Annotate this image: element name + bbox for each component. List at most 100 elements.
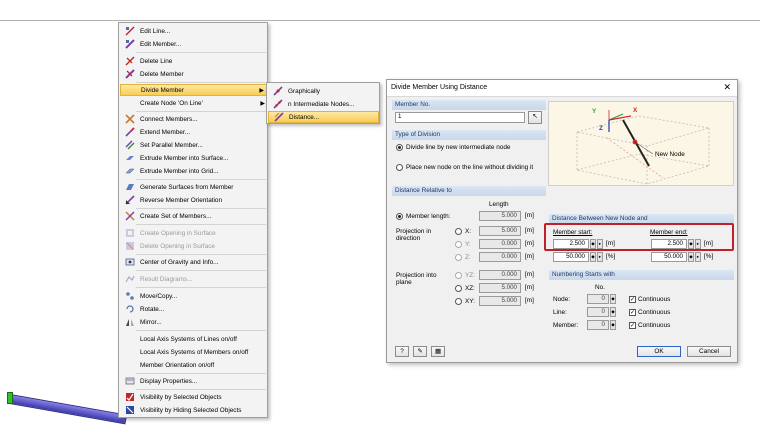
dir-z-radio[interactable]: [455, 254, 462, 261]
member-start-pct-spinner[interactable]: ◆: [590, 252, 596, 262]
menu-item-delete-opening[interactable]: Delete Opening in Surface: [120, 240, 267, 252]
member-end-pct-arrow-button[interactable]: ▸: [695, 252, 701, 262]
menu-item-edit-line[interactable]: Edit Line...: [120, 25, 267, 37]
graphically-icon: [271, 86, 285, 96]
menu-item-divide-member[interactable]: Divide Member ▶: [120, 84, 267, 96]
member-no-input[interactable]: 1: [395, 112, 525, 123]
set-of-members-icon: [123, 211, 137, 221]
plane-xy-radio[interactable]: [455, 298, 462, 305]
length-header: Length: [489, 201, 509, 208]
menu-item-create-set-of-members[interactable]: Create Set of Members...: [120, 210, 267, 222]
node-number-input[interactable]: 0: [587, 294, 609, 304]
plane-xz-radio[interactable]: [455, 285, 462, 292]
line-label: Line:: [553, 309, 567, 316]
delete-line-icon: [123, 56, 137, 66]
menu-separator: [136, 224, 266, 225]
menu-item-center-of-gravity[interactable]: Center of Gravity and Info...: [120, 256, 267, 268]
help-icon: ?: [400, 348, 404, 355]
menu-item-reverse-orientation[interactable]: Reverse Member Orientation: [120, 194, 267, 206]
top-divider: [0, 20, 760, 21]
plane-xy-label: XY:: [465, 298, 475, 305]
plane-yz-label: YZ:: [465, 272, 475, 279]
line-number-spinner[interactable]: ◆: [610, 307, 616, 317]
menu-item-create-node-on-line[interactable]: Create Node 'On Line' ▶: [120, 97, 267, 109]
member-end-pct-spinner[interactable]: ◆: [688, 252, 694, 262]
menu-separator: [136, 82, 266, 83]
menu-item-move-copy[interactable]: Move/Copy...: [120, 290, 267, 302]
menu-item-local-axis-lines[interactable]: Local Axis Systems of Lines on/off: [120, 333, 267, 345]
menu-separator: [136, 52, 266, 53]
menu-item-delete-member[interactable]: Delete Member: [120, 68, 267, 80]
menu-separator: [136, 373, 266, 374]
line-continuous-checkbox[interactable]: ✓: [629, 309, 636, 316]
menu-item-display-properties[interactable]: Display Properties...: [120, 375, 267, 387]
node-continuous-checkbox[interactable]: ✓: [629, 296, 636, 303]
place-node-radio[interactable]: [396, 164, 403, 171]
close-icon[interactable]: ✕: [723, 82, 731, 93]
menu-separator: [136, 179, 266, 180]
menu-item-create-opening[interactable]: Create Opening in Surface: [120, 227, 267, 239]
submenu-item-distance[interactable]: Distance...: [268, 111, 379, 123]
menu-item-extrude-grid[interactable]: Extrude Member into Grid...: [120, 165, 267, 177]
member-length-radio[interactable]: [396, 213, 403, 220]
extrude-surface-icon: [123, 153, 137, 163]
menu-item-local-axis-members[interactable]: Local Axis Systems of Members on/off: [120, 346, 267, 358]
table-button[interactable]: ▦: [431, 346, 445, 357]
dir-x-radio[interactable]: [455, 228, 462, 235]
divide-member-submenu: Graphically n Intermediate Nodes... Dist…: [266, 82, 380, 124]
connect-members-icon: [123, 114, 137, 124]
member-graphic[interactable]: [9, 394, 128, 425]
divide-line-radio[interactable]: [396, 144, 403, 151]
menu-separator: [136, 254, 266, 255]
line-number-input[interactable]: 0: [587, 307, 609, 317]
dir-x-value: 5.000: [479, 226, 521, 236]
edit-button[interactable]: ✎: [413, 346, 427, 357]
node-number-spinner[interactable]: ◆: [610, 294, 616, 304]
member-end-pct-input[interactable]: 50.000: [651, 252, 687, 262]
submenu-arrow-icon: ▶: [259, 87, 264, 94]
menu-item-set-parallel-member[interactable]: Set Parallel Member...: [120, 139, 267, 151]
member-continuous-checkbox[interactable]: ✓: [629, 322, 636, 329]
member-number-input[interactable]: 0: [587, 320, 609, 330]
intermediate-nodes-icon: [271, 99, 285, 109]
new-node-label: New Node: [655, 151, 685, 158]
menu-item-visibility-selected[interactable]: Visibility by Selected Objects: [120, 391, 267, 403]
dir-y-radio[interactable]: [455, 241, 462, 248]
member-start-pct-input[interactable]: 50.000: [553, 252, 589, 262]
pick-cursor-icon: ↖: [532, 113, 538, 120]
member-length-label: Member length:: [406, 213, 451, 220]
menu-item-generate-surfaces[interactable]: Generate Surfaces from Member: [120, 181, 267, 193]
menu-item-rotate[interactable]: Rotate...: [120, 303, 267, 315]
extrude-grid-icon: [123, 166, 137, 176]
ok-button[interactable]: OK: [637, 346, 681, 357]
menu-separator: [136, 208, 266, 209]
member-start-pct-arrow-button[interactable]: ▸: [597, 252, 603, 262]
submenu-item-intermediate-nodes[interactable]: n Intermediate Nodes...: [268, 98, 379, 110]
plane-yz-radio[interactable]: [455, 272, 462, 279]
submenu-item-graphically[interactable]: Graphically: [268, 85, 379, 97]
menu-item-delete-line[interactable]: Delete Line: [120, 55, 267, 67]
mirror-icon: [123, 317, 137, 327]
member-number-spinner[interactable]: ◆: [610, 320, 616, 330]
unit-label: [m]: [525, 212, 534, 219]
delete-opening-icon: [123, 241, 137, 251]
menu-item-extrude-surface[interactable]: Extrude Member into Surface...: [120, 152, 267, 164]
cancel-button[interactable]: Cancel: [687, 346, 731, 357]
select-member-button[interactable]: ↖: [528, 111, 542, 124]
delete-member-icon: [123, 69, 137, 79]
center-gravity-icon: [123, 257, 137, 267]
unit-label: [m]: [525, 253, 534, 260]
unit-label: [m]: [525, 227, 534, 234]
member-start-node[interactable]: [7, 392, 13, 404]
menu-item-edit-member[interactable]: Edit Member...: [120, 38, 267, 50]
menu-separator: [136, 111, 266, 112]
member-continuous-label: Continuous: [638, 322, 671, 329]
menu-item-visibility-hiding[interactable]: Visibility by Hiding Selected Objects: [120, 404, 267, 416]
menu-item-extend-member[interactable]: Extend Member...: [120, 126, 267, 138]
menu-item-member-orientation[interactable]: Member Orientation on/off: [120, 359, 267, 371]
menu-item-result-diagrams[interactable]: Result Diagrams...: [120, 273, 267, 285]
help-button[interactable]: ?: [395, 346, 409, 357]
menu-item-mirror[interactable]: Mirror...: [120, 316, 267, 328]
unit-label: [m]: [525, 271, 534, 278]
menu-item-connect-members[interactable]: Connect Members...: [120, 113, 267, 125]
